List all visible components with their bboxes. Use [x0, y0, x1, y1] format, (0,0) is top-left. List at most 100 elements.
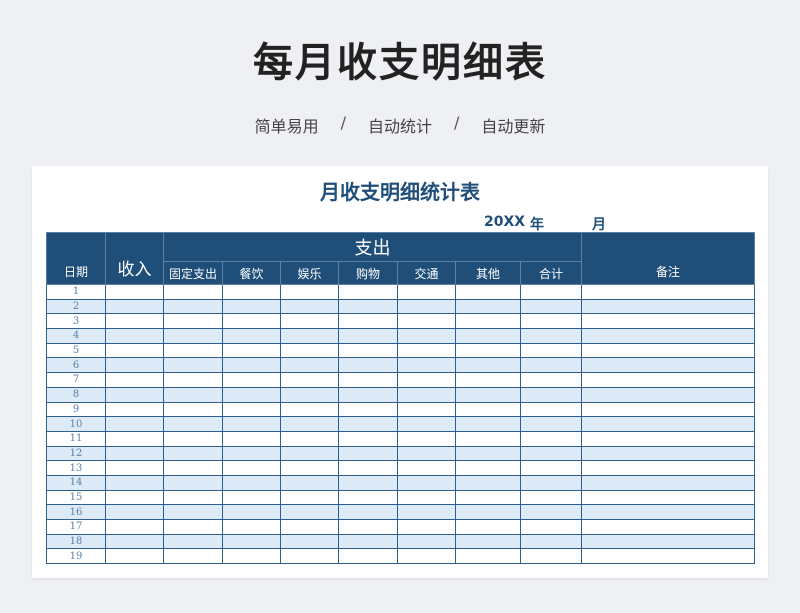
- table-cell[interactable]: [455, 519, 521, 535]
- table-cell[interactable]: [397, 460, 456, 476]
- table-cell[interactable]: [397, 445, 456, 462]
- table-cell[interactable]: [455, 474, 521, 491]
- table-cell[interactable]: [163, 430, 223, 447]
- table-cell[interactable]: [163, 489, 223, 506]
- table-cell[interactable]: [163, 504, 223, 520]
- table-cell[interactable]: [163, 401, 223, 418]
- table-cell[interactable]: [519, 372, 583, 388]
- table-cell[interactable]: [105, 445, 164, 462]
- table-cell[interactable]: [519, 416, 583, 432]
- table-cell[interactable]: [222, 416, 281, 432]
- table-cell[interactable]: [519, 386, 583, 403]
- table-cell[interactable]: [397, 372, 456, 388]
- table-cell[interactable]: [581, 548, 756, 565]
- table-cell[interactable]: [397, 401, 456, 418]
- table-cell[interactable]: [519, 460, 583, 476]
- table-cell[interactable]: [222, 548, 281, 565]
- table-cell[interactable]: [163, 445, 223, 462]
- table-cell[interactable]: [455, 401, 521, 418]
- table-cell[interactable]: [222, 342, 281, 359]
- table-cell[interactable]: [105, 284, 164, 300]
- table-cell[interactable]: [519, 504, 583, 520]
- table-cell[interactable]: [163, 284, 223, 300]
- table-cell[interactable]: [581, 430, 756, 447]
- table-cell[interactable]: [519, 342, 583, 359]
- table-cell[interactable]: [105, 519, 164, 535]
- table-cell[interactable]: [105, 401, 164, 418]
- table-cell[interactable]: [338, 372, 398, 388]
- table-cell[interactable]: [581, 298, 756, 315]
- table-cell[interactable]: [519, 357, 583, 374]
- table-cell[interactable]: [581, 416, 756, 432]
- table-cell[interactable]: [455, 430, 521, 447]
- table-cell[interactable]: [519, 284, 583, 300]
- table-cell[interactable]: [280, 445, 339, 462]
- table-cell[interactable]: [163, 357, 223, 374]
- table-cell[interactable]: [280, 401, 339, 418]
- table-cell[interactable]: [280, 430, 339, 447]
- table-cell[interactable]: [397, 533, 456, 550]
- table-cell[interactable]: [455, 313, 521, 330]
- table-cell[interactable]: [338, 284, 398, 300]
- table-cell[interactable]: [338, 489, 398, 506]
- table-cell[interactable]: [338, 548, 398, 565]
- table-cell[interactable]: [222, 298, 281, 315]
- table-cell[interactable]: [338, 357, 398, 374]
- table-cell[interactable]: [455, 342, 521, 359]
- table-cell[interactable]: [455, 489, 521, 506]
- table-cell[interactable]: [519, 401, 583, 418]
- table-cell[interactable]: [581, 401, 756, 418]
- table-cell[interactable]: [455, 416, 521, 432]
- table-cell[interactable]: [581, 386, 756, 403]
- table-cell[interactable]: [105, 386, 164, 403]
- table-cell[interactable]: [222, 533, 281, 550]
- table-cell[interactable]: [581, 342, 756, 359]
- table-cell[interactable]: [105, 489, 164, 506]
- table-cell[interactable]: [338, 474, 398, 491]
- table-cell[interactable]: [338, 313, 398, 330]
- table-cell[interactable]: [105, 416, 164, 432]
- table-cell[interactable]: [163, 533, 223, 550]
- table-cell[interactable]: [163, 416, 223, 432]
- table-cell[interactable]: [397, 357, 456, 374]
- table-cell[interactable]: [222, 430, 281, 447]
- table-cell[interactable]: [105, 313, 164, 330]
- table-cell[interactable]: [222, 519, 281, 535]
- table-cell[interactable]: [222, 357, 281, 374]
- table-cell[interactable]: [280, 284, 339, 300]
- table-cell[interactable]: [397, 298, 456, 315]
- table-cell[interactable]: [581, 504, 756, 520]
- table-cell[interactable]: [163, 519, 223, 535]
- table-cell[interactable]: [397, 519, 456, 535]
- table-cell[interactable]: [222, 313, 281, 330]
- table-cell[interactable]: [581, 489, 756, 506]
- table-cell[interactable]: [222, 474, 281, 491]
- table-cell[interactable]: [455, 504, 521, 520]
- table-cell[interactable]: [338, 533, 398, 550]
- table-cell[interactable]: [455, 372, 521, 388]
- table-cell[interactable]: [455, 460, 521, 476]
- table-cell[interactable]: [105, 372, 164, 388]
- table-cell[interactable]: [519, 298, 583, 315]
- table-cell[interactable]: [581, 313, 756, 330]
- table-cell[interactable]: [105, 460, 164, 476]
- table-cell[interactable]: [105, 504, 164, 520]
- table-cell[interactable]: [338, 342, 398, 359]
- table-cell[interactable]: [455, 445, 521, 462]
- table-cell[interactable]: [581, 519, 756, 535]
- table-cell[interactable]: [105, 342, 164, 359]
- table-cell[interactable]: [581, 533, 756, 550]
- table-cell[interactable]: [280, 460, 339, 476]
- table-cell[interactable]: [338, 298, 398, 315]
- table-cell[interactable]: [397, 313, 456, 330]
- table-cell[interactable]: [397, 489, 456, 506]
- table-cell[interactable]: [397, 474, 456, 491]
- table-cell[interactable]: [163, 474, 223, 491]
- table-cell[interactable]: [519, 328, 583, 344]
- table-cell[interactable]: [519, 313, 583, 330]
- table-cell[interactable]: [163, 328, 223, 344]
- table-cell[interactable]: [581, 328, 756, 344]
- table-cell[interactable]: [280, 489, 339, 506]
- table-cell[interactable]: [519, 519, 583, 535]
- table-cell[interactable]: [397, 430, 456, 447]
